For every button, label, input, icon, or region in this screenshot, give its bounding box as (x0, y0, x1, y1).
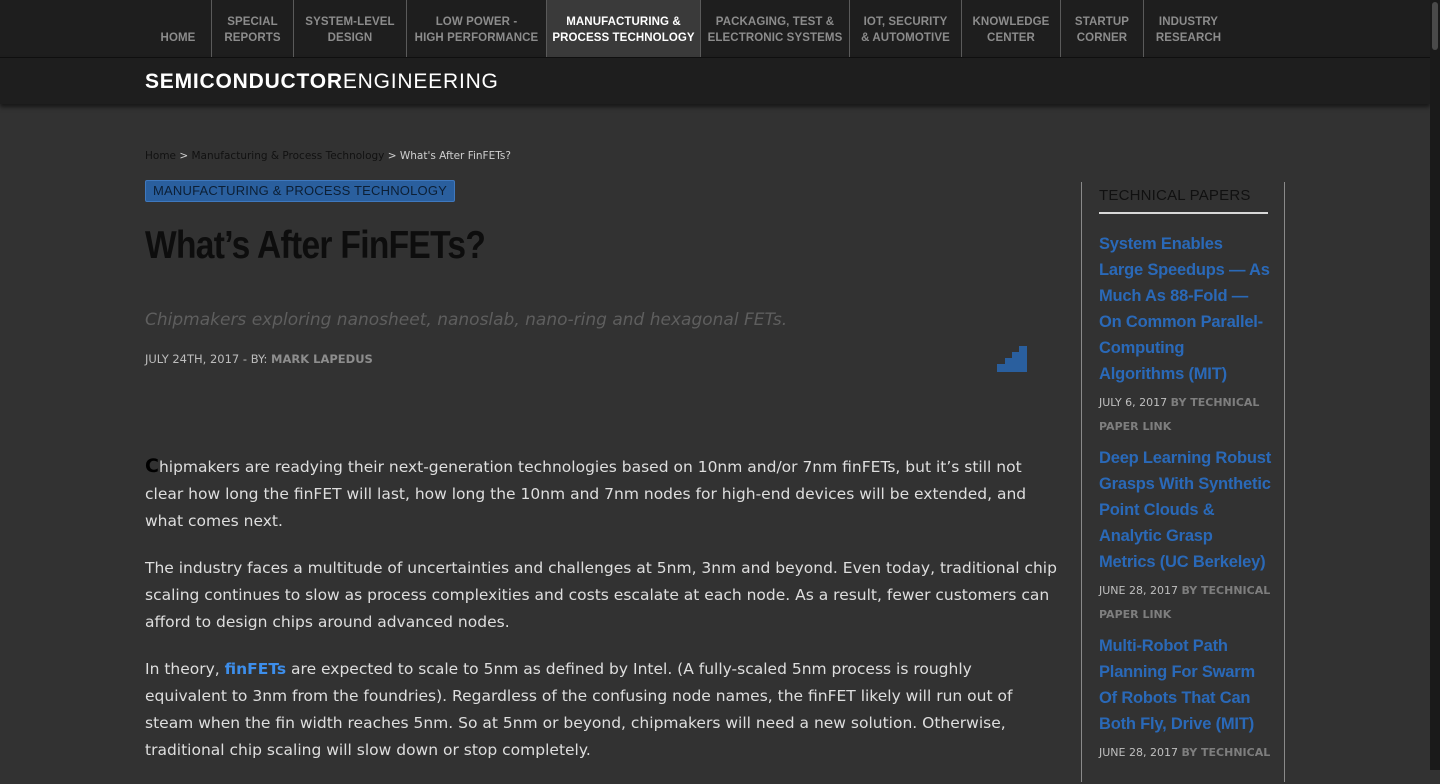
nav-industry-research[interactable]: INDUSTRY RESEARCH (1144, 0, 1233, 57)
paper-date: JULY 6, 2017 (1099, 396, 1171, 409)
paper-date: JUNE 28, 2017 (1099, 746, 1182, 759)
nav-home[interactable]: HOME (145, 0, 211, 57)
article-meta: JULY 24TH, 2017 - BY: MARK LAPEDUS (145, 352, 373, 366)
paragraph-text: hipmakers are readying their next-genera… (145, 458, 1027, 530)
scrollbar-thumb[interactable] (1432, 2, 1438, 50)
paper-title-link[interactable]: Multi-Robot Path Planning For Swarm Of R… (1099, 633, 1271, 737)
drop-cap: C (145, 455, 159, 477)
sidebar-heading: TECHNICAL PAPERS (1099, 187, 1268, 214)
breadcrumb-separator: > (176, 150, 192, 162)
paper-meta: JUNE 28, 2017 BY TECHNICAL (1099, 741, 1271, 765)
article-paragraph: The industry faces a multitude of uncert… (145, 559, 1057, 631)
article-author[interactable]: MARK LAPEDUS (271, 352, 373, 366)
article-subtitle: Chipmakers exploring nanosheet, nanoslab… (145, 310, 788, 330)
sidebar-paper-item: Multi-Robot Path Planning For Swarm Of R… (1099, 633, 1271, 765)
top-navigation: HOME SPECIAL REPORTS SYSTEM-LEVEL DESIGN… (0, 0, 1430, 58)
article-title: What’s After FinFETs? (145, 224, 486, 267)
article-paragraph: In theory, finFETs are expected to scale… (145, 656, 1057, 764)
logo-bold-text: SEMICONDUCTOR (145, 70, 343, 93)
paper-title-link[interactable]: Deep Learning Robust Grasps With Synthet… (1099, 445, 1271, 575)
nav-manufacturing-process-technology[interactable]: MANUFACTURING & PROCESS TECHNOLOGY (547, 0, 700, 57)
page-scrollbar[interactable] (1430, 0, 1440, 770)
nav-iot-security-automotive[interactable]: IOT, SECURITY & AUTOMOTIVE (850, 0, 961, 57)
sidebar-technical-papers: TECHNICAL PAPERS System Enables Large Sp… (1081, 182, 1285, 782)
nav-system-level-design[interactable]: SYSTEM-LEVEL DESIGN (294, 0, 406, 57)
paper-author-link[interactable]: BY TECHNICAL (1181, 746, 1270, 759)
paragraph-text: In theory, (145, 660, 225, 678)
nav-special-reports[interactable]: SPECIAL REPORTS (212, 0, 293, 57)
nav-startup-corner[interactable]: STARTUP CORNER (1061, 0, 1143, 57)
article-date: JULY 24TH, 2017 - BY: (145, 352, 272, 366)
stairs-icon[interactable] (997, 346, 1027, 372)
brand-bar: SEMICONDUCTORENGINEERING (0, 58, 1430, 104)
site-logo[interactable]: SEMICONDUCTORENGINEERING (145, 70, 499, 94)
sidebar-paper-item: System Enables Large Speedups — As Much … (1099, 231, 1271, 439)
breadcrumb-current: What's After FinFETs? (399, 150, 511, 162)
finfets-link[interactable]: finFETs (225, 660, 286, 678)
breadcrumb-home[interactable]: Home (145, 150, 176, 162)
breadcrumb: Home > Manufacturing & Process Technolog… (145, 150, 511, 162)
nav-low-power-high-performance[interactable]: LOW POWER - HIGH PERFORMANCE (407, 0, 546, 57)
paper-meta: JUNE 28, 2017 BY TECHNICAL PAPER LINK (1099, 579, 1271, 627)
article-paragraph: Chipmakers are readying their next-gener… (145, 453, 1057, 535)
article-body: Chipmakers are readying their next-gener… (145, 453, 1057, 784)
nav-packaging-test-electronic-systems[interactable]: PACKAGING, TEST & ELECTRONIC SYSTEMS (701, 0, 849, 57)
category-badge[interactable]: MANUFACTURING & PROCESS TECHNOLOGY (145, 180, 456, 202)
paper-title-link[interactable]: System Enables Large Speedups — As Much … (1099, 231, 1271, 387)
sidebar-paper-item: Deep Learning Robust Grasps With Synthet… (1099, 445, 1271, 627)
breadcrumb-section[interactable]: Manufacturing & Process Technology (192, 150, 385, 162)
logo-light-text: ENGINEERING (342, 70, 499, 93)
nav-knowledge-center[interactable]: KNOWLEDGE CENTER (962, 0, 1060, 57)
paper-meta: JULY 6, 2017 BY TECHNICAL PAPER LINK (1099, 391, 1271, 439)
breadcrumb-separator: > (384, 150, 400, 162)
paper-date: JUNE 28, 2017 (1099, 584, 1182, 597)
